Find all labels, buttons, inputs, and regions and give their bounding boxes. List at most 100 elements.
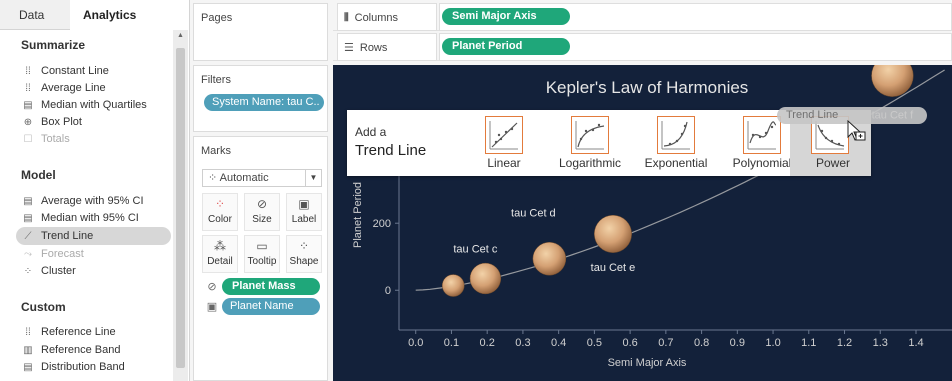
detail-button[interactable]: ⁂ Detail xyxy=(202,235,238,273)
drag-cursor-icon xyxy=(847,119,866,141)
planet-name-pill[interactable]: Planet Name xyxy=(222,298,320,315)
trend-option-logarithmic[interactable]: Logarithmic xyxy=(547,110,633,176)
x-tick-label: 0.0 xyxy=(408,337,423,349)
pane-scrollbar[interactable]: ▲ xyxy=(173,30,188,381)
x-tick-label: 1.0 xyxy=(765,337,780,349)
data-points: tau Cet ctau Cet dtau Cet etau Cet f xyxy=(441,65,914,297)
analytics-pane: Data Analytics ◆ Summarize ⁞⁞Constant Li… xyxy=(0,0,190,381)
rows-icon: ☰ xyxy=(344,42,354,54)
label-icon: ▣ xyxy=(298,197,310,211)
rows-drop-area[interactable]: Planet Period xyxy=(439,33,952,61)
chart-title: Kepler's Law of Harmonies xyxy=(546,78,749,97)
item-trend-line[interactable]: ⟋ Trend Line xyxy=(16,227,171,245)
item-forecast: ⤳ Forecast xyxy=(16,245,171,263)
linear-icon xyxy=(485,116,523,154)
x-tick-label: 1.3 xyxy=(873,337,888,349)
label-icon: ▣ xyxy=(206,301,218,313)
scroll-up-icon[interactable]: ▲ xyxy=(173,32,188,39)
trend-line-icon: ⟋ xyxy=(24,231,32,242)
tooltip-button[interactable]: ▭ Tooltip xyxy=(244,235,280,273)
planet-point[interactable] xyxy=(594,214,632,253)
item-distribution-band[interactable]: ▤ Distribution Band xyxy=(16,358,171,376)
popup-heading: Trend Line xyxy=(355,142,427,159)
semi-major-axis-pill[interactable]: Semi Major Axis xyxy=(442,8,570,25)
detail-icon: ⁂ xyxy=(214,239,226,253)
x-tick-label: 0.4 xyxy=(551,337,566,349)
planet-point[interactable] xyxy=(469,262,502,295)
item-totals: ☐ Totals xyxy=(16,130,171,148)
item-box-plot[interactable]: ⊕ Box Plot xyxy=(16,113,171,131)
color-button[interactable]: ⁘ Color xyxy=(202,193,238,231)
trend-option-linear[interactable]: Linear xyxy=(461,110,547,176)
pages-title: Pages xyxy=(201,12,233,24)
rows-label: ☰ Rows xyxy=(337,33,437,61)
item-average-95ci[interactable]: ▤ Average with 95% CI xyxy=(16,192,171,210)
section-custom: Custom xyxy=(21,300,66,314)
planet-mass-pill[interactable]: Planet Mass xyxy=(222,278,320,295)
polynomial-icon xyxy=(743,116,781,154)
filter-pill[interactable]: System Name: tau C.. xyxy=(204,94,324,111)
point-label: tau Cet e xyxy=(591,262,636,274)
mark-type-select[interactable]: ⁘ Automatic ▼ xyxy=(202,169,322,187)
item-average-line[interactable]: ⁞⁞ Average Line xyxy=(16,79,171,97)
x-tick-label: 0.6 xyxy=(622,337,637,349)
columns-label: ⫴ Columns xyxy=(337,3,437,31)
rows-shelf[interactable]: ☰ Rows Planet Period xyxy=(333,33,952,61)
x-tick-label: 1.1 xyxy=(801,337,816,349)
item-cluster[interactable]: ⁘ Cluster xyxy=(16,262,171,280)
point-label: tau Cet c xyxy=(453,244,498,256)
x-tick-label: 0.1 xyxy=(444,337,459,349)
filters-card[interactable]: Filters System Name: tau C.. xyxy=(193,65,328,132)
columns-shelf[interactable]: ⫴ Columns Semi Major Axis xyxy=(333,3,952,31)
pages-card[interactable]: Pages xyxy=(193,3,328,61)
x-tick-label: 0.3 xyxy=(515,337,530,349)
section-summarize: Summarize xyxy=(21,38,86,52)
marks-card: Marks ⁘ Automatic ▼ ⁘ Color ⊘ Size ▣ Label … xyxy=(193,136,328,381)
reference-line-icon: ⁞⁞ xyxy=(25,327,31,338)
item-reference-band[interactable]: ▥ Reference Band xyxy=(16,341,171,359)
y-tick-label: 200 xyxy=(373,218,391,230)
marks-title: Marks xyxy=(201,145,231,157)
x-tick-label: 1.2 xyxy=(837,337,852,349)
tab-analytics[interactable]: Analytics xyxy=(70,0,170,30)
chevron-down-icon[interactable]: ▼ xyxy=(305,170,321,186)
columns-icon: ⫴ xyxy=(344,12,349,24)
shape-button[interactable]: ⁘ Shape xyxy=(286,235,322,273)
columns-drop-area[interactable]: Semi Major Axis xyxy=(439,3,952,31)
item-constant-line[interactable]: ⁞⁞ Constant Line xyxy=(16,62,171,80)
planet-period-pill[interactable]: Planet Period xyxy=(442,38,570,55)
item-median-quartiles[interactable]: ▤ Median with Quartiles xyxy=(16,96,171,114)
trend-option-exponential[interactable]: Exponential xyxy=(633,110,719,176)
x-tick-label: 0.9 xyxy=(730,337,745,349)
section-model: Model xyxy=(21,168,56,182)
tooltip-icon: ▭ xyxy=(256,239,268,253)
y-axis-label: Planet Period xyxy=(352,182,364,248)
popup-caption: Add a xyxy=(355,125,387,139)
item-reference-line[interactable]: ⁞⁞ Reference Line xyxy=(16,323,171,341)
y-tick-label: 0 xyxy=(385,285,391,297)
exponential-icon xyxy=(657,116,695,154)
shape-icon: ⁘ xyxy=(298,239,310,253)
planet-point[interactable] xyxy=(871,65,914,97)
mark-type-icon: ⁘ xyxy=(208,172,220,184)
distribution-band-icon: ▤ xyxy=(23,362,33,373)
cluster-icon: ⁘ xyxy=(23,266,33,277)
tab-data[interactable]: Data xyxy=(0,0,70,30)
planet-point[interactable] xyxy=(441,274,465,297)
x-tick-label: 0.7 xyxy=(658,337,673,349)
scroll-thumb[interactable] xyxy=(176,48,185,368)
point-label: tau Cet d xyxy=(511,208,556,220)
x-tick-label: 0.5 xyxy=(587,337,602,349)
x-tick-label: 1.4 xyxy=(908,337,923,349)
x-axis-label: Semi Major Axis xyxy=(608,357,687,369)
size-button[interactable]: ⊘ Size xyxy=(244,193,280,231)
item-median-95ci[interactable]: ▤ Median with 95% CI xyxy=(16,209,171,227)
size-icon: ⊘ xyxy=(207,281,217,293)
distribution-icon: ▤ xyxy=(23,213,33,224)
x-tick-label: 0.2 xyxy=(480,337,495,349)
shelves: ⫴ Columns Semi Major Axis ☰ Rows Planet Pe… xyxy=(333,0,952,65)
planet-point[interactable] xyxy=(532,241,567,276)
x-tick-label: 0.8 xyxy=(694,337,709,349)
label-button[interactable]: ▣ Label xyxy=(286,193,322,231)
trend-line[interactable] xyxy=(415,69,945,291)
